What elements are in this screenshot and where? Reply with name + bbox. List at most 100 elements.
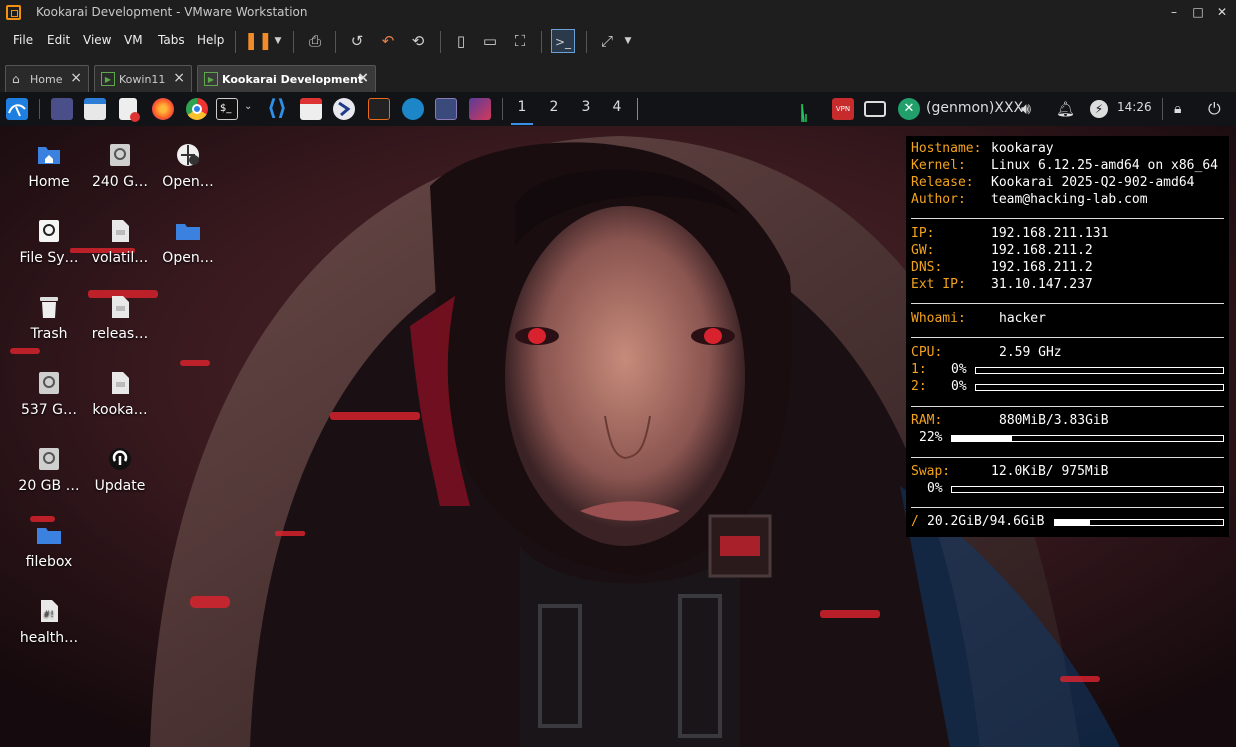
- menu-view[interactable]: View: [83, 33, 111, 47]
- file-manager-icon[interactable]: [84, 98, 106, 120]
- desktop-icon-label: Open…: [162, 250, 214, 266]
- lock-icon[interactable]: 🔒︎: [1174, 98, 1196, 120]
- volume-icon[interactable]: 🔊︎: [1021, 98, 1043, 120]
- burp-icon[interactable]: [333, 98, 355, 120]
- desktop-icon-label: 240 G…: [91, 174, 149, 190]
- desktop-icon-health[interactable]: #! health…: [14, 598, 84, 646]
- vpn-icon[interactable]: VPN: [832, 98, 854, 120]
- conky-key: /: [911, 514, 919, 529]
- close-tab-icon[interactable]: ×: [357, 70, 369, 86]
- send-ctrl-alt-del-icon[interactable]: ⎙: [303, 29, 327, 53]
- genmon-x-icon[interactable]: ✕: [898, 98, 920, 120]
- desktop-icon-update[interactable]: Update: [85, 446, 155, 494]
- conky-divider: [911, 457, 1224, 458]
- fullscreen-icon[interactable]: ⛶: [508, 29, 532, 53]
- workspace-3[interactable]: 3: [575, 99, 597, 115]
- text-file-icon: [107, 370, 133, 396]
- power-manager-icon[interactable]: ⚡︎: [1090, 100, 1108, 118]
- notification-bell-icon[interactable]: 🔔︎: [1056, 98, 1078, 120]
- clock[interactable]: 14:26: [1117, 100, 1152, 114]
- ram-usage-fill: [952, 436, 1012, 441]
- conky-key: IP:: [911, 226, 935, 241]
- desktop-icon-release[interactable]: releas…: [85, 294, 155, 342]
- svg-text:#!: #!: [44, 610, 55, 620]
- tab-label: Kookarai Development: [222, 73, 364, 86]
- workspace-2[interactable]: 2: [543, 99, 565, 115]
- toolbar-separator: [293, 31, 294, 53]
- display-icon[interactable]: [864, 101, 886, 117]
- close-tab-icon[interactable]: ×: [70, 70, 82, 86]
- desktop-icon-open-folder[interactable]: Open…: [153, 218, 223, 266]
- firefox-icon[interactable]: [152, 98, 174, 120]
- toolbar-separator: [440, 31, 441, 53]
- chevron-down-icon[interactable]: ▼: [266, 29, 290, 53]
- workspace-4[interactable]: 4: [606, 99, 628, 115]
- genmon-user[interactable]: (genmon)XXX: [926, 100, 1023, 116]
- remote-desktop-icon[interactable]: [435, 98, 457, 120]
- conky-value: 192.168.211.2: [991, 243, 1093, 258]
- conky-value: team@hacking-lab.com: [991, 192, 1148, 207]
- menu-vm[interactable]: VM: [124, 33, 143, 47]
- minimize-button[interactable]: –: [1163, 3, 1185, 21]
- conky-value: 31.10.147.237: [991, 277, 1093, 292]
- snapshot-manager-icon[interactable]: ⟲: [406, 29, 430, 53]
- desktop-icon-drive-240[interactable]: 240 G…: [85, 142, 155, 190]
- desktop-icon-drive-20gb[interactable]: 20 GB …: [14, 446, 84, 494]
- tab-kowin11[interactable]: ▶ Kowin11 ×: [94, 65, 192, 92]
- menu-edit[interactable]: Edit: [47, 33, 70, 47]
- conky-value: 2.59 GHz: [999, 345, 1062, 360]
- cpu2-usage-bar: [975, 384, 1224, 391]
- conky-key: Ext IP:: [911, 277, 966, 292]
- chrome-icon[interactable]: [186, 98, 208, 120]
- terminal-icon[interactable]: $_: [216, 98, 238, 120]
- close-tab-icon[interactable]: ×: [173, 70, 185, 86]
- title-bar[interactable]: Kookarai Development - VMware Workstatio…: [0, 0, 1236, 25]
- logout-icon[interactable]: ⏻: [1208, 98, 1230, 120]
- menu-tabs[interactable]: Tabs: [158, 33, 185, 47]
- text-editor-icon[interactable]: [119, 98, 140, 122]
- desktop-icon-filebox[interactable]: filebox: [14, 522, 84, 570]
- drive-icon: [36, 218, 62, 244]
- close-button[interactable]: ✕: [1211, 3, 1233, 21]
- desktop-show-icon[interactable]: [51, 98, 73, 120]
- tab-kookarai-development[interactable]: ▶ Kookarai Development ×: [197, 65, 376, 92]
- console-view-icon[interactable]: ▭: [478, 29, 502, 53]
- conky-key: Hostname:: [911, 141, 982, 156]
- network-icon: [175, 142, 201, 168]
- maximize-button[interactable]: □: [1187, 3, 1209, 21]
- trash-icon: [36, 294, 62, 320]
- kali-menu-icon[interactable]: [6, 98, 28, 120]
- tab-home[interactable]: ⌂ Home ×: [5, 65, 89, 92]
- conky-divider: [911, 337, 1224, 338]
- vscode-icon[interactable]: ⟨⟩: [266, 98, 288, 120]
- folder-app-icon[interactable]: [300, 98, 322, 120]
- chevron-down-icon[interactable]: ⌄: [244, 101, 252, 112]
- desktop-icon-file-system[interactable]: File Sy…: [14, 218, 84, 266]
- drive-icon: [36, 370, 62, 396]
- conky-kernel-row: Kernel: Linux 6.12.25-amd64 on x86_64: [911, 158, 1218, 173]
- sidebar-toggle-icon[interactable]: ▯: [449, 29, 473, 53]
- screen-capture-icon[interactable]: [469, 98, 491, 120]
- desktop-icon-volatility[interactable]: volatil…: [85, 218, 155, 266]
- terminal-icon[interactable]: >_: [551, 29, 575, 53]
- snapshot-icon[interactable]: ↺: [345, 29, 369, 53]
- revert-snapshot-icon[interactable]: ↶: [376, 29, 400, 53]
- conky-cpu2-row: 2: 0%: [911, 379, 967, 394]
- home-icon: ⌂: [12, 72, 20, 86]
- conky-key: 1:: [911, 362, 927, 377]
- wireshark-icon[interactable]: [402, 98, 424, 120]
- desktop-icon-kookarai[interactable]: kooka…: [85, 370, 155, 418]
- desktop-icon-home[interactable]: Home: [14, 142, 84, 190]
- desktop-icon-trash[interactable]: Trash: [14, 294, 84, 342]
- desktop-icon-drive-537[interactable]: 537 G…: [14, 370, 84, 418]
- conky-key: GW:: [911, 243, 935, 258]
- chevron-down-icon[interactable]: ▼: [616, 29, 640, 53]
- desktop-icon-label: Open…: [162, 174, 214, 190]
- desktop-icon-open-network[interactable]: Open…: [153, 142, 223, 190]
- burpsuite-icon[interactable]: [368, 98, 390, 120]
- vm-icon: ▶: [101, 72, 115, 86]
- menu-file[interactable]: File: [13, 33, 33, 47]
- workspace-1[interactable]: 1: [511, 99, 533, 125]
- pause-icon[interactable]: ❚❚: [244, 29, 273, 53]
- menu-help[interactable]: Help: [197, 33, 224, 47]
